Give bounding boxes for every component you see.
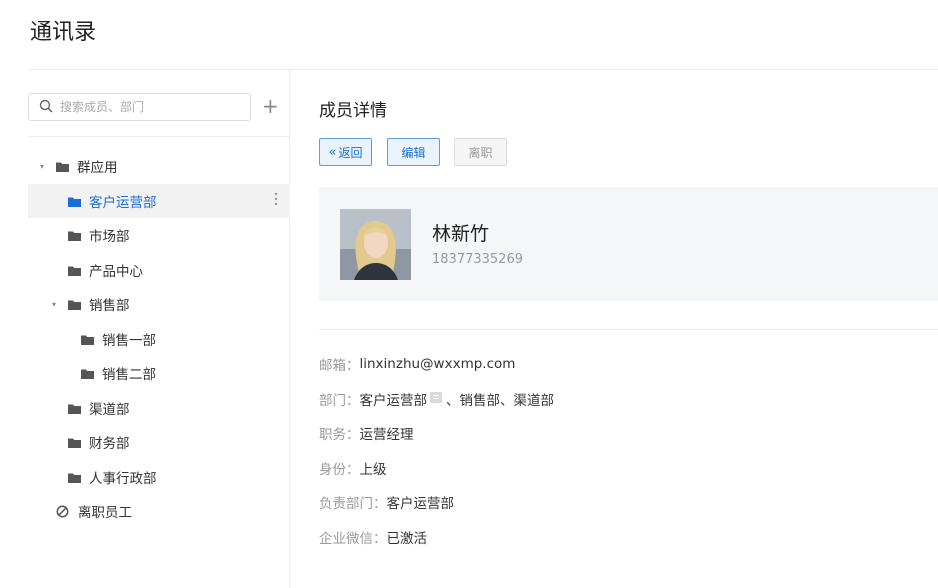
section-divider [319, 329, 938, 330]
detail-row-wechat: 企业微信： 已激活 [319, 520, 554, 555]
edit-button[interactable]: 编辑 [387, 138, 440, 166]
more-options-icon[interactable] [274, 192, 278, 206]
folder-icon [68, 196, 81, 207]
leader-dept-value: 客户运营部 [386, 496, 455, 513]
back-button[interactable]: « 返回 [319, 138, 372, 166]
detail-row-leader-dept: 负责部门： 客户运营部 [319, 485, 554, 520]
tree-item-label: 销售部 [89, 298, 130, 315]
email-label: 邮箱： [319, 358, 360, 375]
detail-row-email: 邮箱： linxinzhu@wxxmp.com [319, 347, 554, 382]
search-box[interactable] [28, 93, 251, 121]
tree-item-customer-ops[interactable]: 客户运营部 [28, 183, 290, 218]
back-button-label: 返回 [338, 145, 363, 160]
folder-icon [68, 299, 81, 311]
detail-row-department: 部门： 客户运营部 、销售部、渠道部 [319, 382, 554, 417]
tree-item-label: 客户运营部 [89, 194, 157, 211]
member-phone: 18377335269 [432, 252, 523, 267]
wechat-value: 已激活 [386, 530, 428, 547]
tree-item-label: 群应用 [77, 160, 118, 177]
add-button[interactable]: + [262, 95, 279, 117]
tree-item-label: 人事行政部 [89, 470, 157, 487]
sidebar: + ▾ 群应用 客户运营部 市场部 产品中心 ▾ 销售部 销售一部 [28, 70, 290, 588]
tree-item-sales-2[interactable]: 销售二部 [28, 356, 290, 391]
tree-item-label: 渠道部 [89, 401, 130, 418]
department-primary: 客户运营部 [359, 392, 428, 409]
profile-card: 林新竹 18377335269 [319, 187, 938, 301]
tree-item-label: 离职员工 [78, 505, 132, 522]
block-icon [56, 505, 69, 518]
tree-item-channel[interactable]: 渠道部 [28, 391, 290, 426]
section-title: 成员详情 [319, 101, 387, 121]
tree-item-label: 销售一部 [102, 332, 156, 349]
caret-down-icon[interactable]: ▾ [36, 162, 48, 171]
folder-icon [68, 472, 81, 483]
folder-icon [68, 437, 81, 449]
member-details: 邮箱： linxinzhu@wxxmp.com 部门： 客户运营部 、销售部、渠… [319, 347, 554, 554]
wechat-label: 企业微信： [319, 530, 387, 547]
identity-label: 身份： [319, 461, 360, 478]
department-tree: ▾ 群应用 客户运营部 市场部 产品中心 ▾ 销售部 销售一部 销售二部 渠道部… [28, 149, 290, 529]
folder-icon [56, 161, 69, 173]
title-value: 运营经理 [359, 427, 414, 444]
tree-item-departed[interactable]: 离职员工 [28, 494, 290, 529]
member-name: 林新竹 [432, 223, 490, 245]
tree-item-hr-admin[interactable]: 人事行政部 [28, 460, 290, 495]
leader-badge-icon [430, 392, 442, 404]
tree-item-label: 产品中心 [89, 263, 143, 280]
department-label: 部门： [319, 392, 360, 409]
tree-item-sales[interactable]: ▾ 销售部 [28, 287, 290, 322]
email-value[interactable]: linxinzhu@wxxmp.com [360, 356, 516, 372]
caret-down-icon[interactable]: ▾ [48, 300, 60, 309]
folder-icon [81, 334, 94, 345]
tree-item-marketing[interactable]: 市场部 [28, 218, 290, 253]
tree-item-group-apps[interactable]: ▾ 群应用 [28, 149, 290, 184]
sidebar-divider [28, 136, 289, 137]
search-icon [39, 98, 53, 117]
detail-row-identity: 身份： 上级 [319, 451, 554, 486]
department-others: 、销售部、渠道部 [446, 392, 554, 409]
page-title: 通讯录 [30, 20, 97, 45]
avatar [340, 209, 411, 280]
double-chevron-left-icon: « [328, 144, 337, 160]
folder-icon [68, 265, 81, 276]
identity-value: 上级 [359, 461, 387, 478]
tree-item-label: 销售二部 [102, 367, 156, 384]
folder-icon [68, 230, 81, 242]
folder-icon [81, 368, 94, 380]
resign-button[interactable]: 离职 [454, 138, 507, 166]
search-input[interactable] [60, 100, 230, 114]
title-label: 职务： [319, 427, 360, 444]
folder-icon [68, 403, 81, 414]
tree-item-product-center[interactable]: 产品中心 [28, 253, 290, 288]
tree-item-label: 财务部 [89, 436, 130, 453]
tree-item-label: 市场部 [89, 229, 130, 246]
detail-row-title: 职务： 运营经理 [319, 416, 554, 451]
leader-dept-label: 负责部门： [319, 496, 387, 513]
tree-item-sales-1[interactable]: 销售一部 [28, 322, 290, 357]
tree-item-finance[interactable]: 财务部 [28, 425, 290, 460]
